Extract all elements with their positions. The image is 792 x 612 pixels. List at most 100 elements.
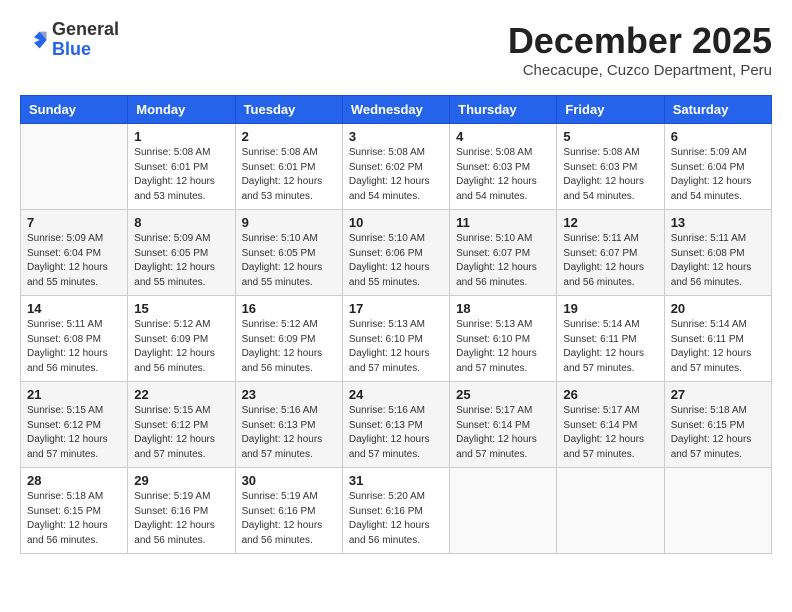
- day-number: 10: [349, 215, 443, 230]
- day-number: 15: [134, 301, 228, 316]
- day-number: 2: [242, 129, 336, 144]
- column-header-thursday: Thursday: [450, 96, 557, 124]
- cell-info: Sunrise: 5:19 AM Sunset: 6:16 PM Dayligh…: [242, 490, 336, 548]
- calendar-cell: 27Sunrise: 5:18 AM Sunset: 6:15 PM Dayli…: [664, 382, 771, 468]
- column-header-tuesday: Tuesday: [235, 96, 342, 124]
- cell-info: Sunrise: 5:08 AM Sunset: 6:03 PM Dayligh…: [456, 146, 550, 204]
- calendar-cell: 8 Sunrise: 5:09 AM Sunset: 6:05 PM Daylig…: [128, 210, 235, 296]
- day-number: 19: [563, 301, 657, 316]
- cell-info: Sunrise: 5:16 AM Sunset: 6:13 PM Dayligh…: [349, 404, 443, 462]
- column-header-monday: Monday: [128, 96, 235, 124]
- cell-info: Sunrise: 5:16 AM Sunset: 6:13 PM Dayligh…: [242, 404, 336, 462]
- logo-icon: [20, 26, 48, 54]
- day-number: 23: [242, 387, 336, 402]
- calendar-cell: 20Sunrise: 5:14 AM Sunset: 6:11 PM Dayli…: [664, 296, 771, 382]
- day-number: 21: [27, 387, 121, 402]
- calendar-cell: 18 Sunrise: 5:13 AM Sunset: 6:10 PM Dayli…: [450, 296, 557, 382]
- cell-info: Sunrise: 5:11 AM Sunset: 6:07 PM Dayligh…: [563, 232, 657, 290]
- calendar-cell: 13 Sunrise: 5:11 AM Sunset: 6:08 PM Dayli…: [664, 210, 771, 296]
- cell-info: Sunrise: 5:12 AM Sunset: 6:09 PM Dayligh…: [134, 318, 228, 376]
- cell-info: Sunrise: 5:08 AM Sunset: 6:02 PM Dayligh…: [349, 146, 443, 204]
- day-number: 18: [456, 301, 550, 316]
- calendar-cell: 28 Sunrise: 5:18 AM Sunset: 6:15 PM Dayli…: [21, 468, 128, 554]
- calendar-cell: 7Sunrise: 5:09 AM Sunset: 6:04 PM Daylig…: [21, 210, 128, 296]
- cell-info: Sunrise: 5:12 AM Sunset: 6:09 PM Dayligh…: [242, 318, 336, 376]
- cell-info: Sunrise: 5:09 AM Sunset: 6:05 PM Dayligh…: [134, 232, 228, 290]
- day-number: 22: [134, 387, 228, 402]
- logo-general-text: General: [52, 20, 119, 40]
- calendar-cell: 9 Sunrise: 5:10 AM Sunset: 6:05 PM Daylig…: [235, 210, 342, 296]
- cell-info: Sunrise: 5:13 AM Sunset: 6:10 PM Dayligh…: [349, 318, 443, 376]
- day-number: 9: [242, 215, 336, 230]
- calendar-cell: 26 Sunrise: 5:17 AM Sunset: 6:14 PM Dayli…: [557, 382, 664, 468]
- day-number: 25: [456, 387, 550, 402]
- calendar-cell: 29Sunrise: 5:19 AM Sunset: 6:16 PM Dayli…: [128, 468, 235, 554]
- calendar-header-row: SundayMondayTuesdayWednesdayThursdayFrid…: [21, 96, 772, 124]
- cell-info: Sunrise: 5:14 AM Sunset: 6:11 PM Dayligh…: [671, 318, 765, 376]
- logo-text: General Blue: [52, 20, 119, 60]
- cell-info: Sunrise: 5:13 AM Sunset: 6:10 PM Dayligh…: [456, 318, 550, 376]
- month-title: December 2025: [508, 20, 772, 62]
- column-header-sunday: Sunday: [21, 96, 128, 124]
- day-number: 5: [563, 129, 657, 144]
- calendar-cell: 11 Sunrise: 5:10 AM Sunset: 6:07 PM Dayli…: [450, 210, 557, 296]
- calendar-cell: 16 Sunrise: 5:12 AM Sunset: 6:09 PM Dayli…: [235, 296, 342, 382]
- day-number: 12: [563, 215, 657, 230]
- calendar-cell: [450, 468, 557, 554]
- day-number: 24: [349, 387, 443, 402]
- cell-info: Sunrise: 5:10 AM Sunset: 6:05 PM Dayligh…: [242, 232, 336, 290]
- day-number: 4: [456, 129, 550, 144]
- day-number: 26: [563, 387, 657, 402]
- calendar-table: SundayMondayTuesdayWednesdayThursdayFrid…: [20, 95, 772, 554]
- calendar-cell: 2 Sunrise: 5:08 AM Sunset: 6:01 PM Daylig…: [235, 124, 342, 210]
- day-number: 11: [456, 215, 550, 230]
- title-area: December 2025 Checacupe, Cuzco Departmen…: [508, 20, 772, 79]
- cell-info: Sunrise: 5:10 AM Sunset: 6:07 PM Dayligh…: [456, 232, 550, 290]
- logo-blue-text: Blue: [52, 40, 119, 60]
- calendar-week-row: 28 Sunrise: 5:18 AM Sunset: 6:15 PM Dayli…: [21, 468, 772, 554]
- calendar-cell: 24 Sunrise: 5:16 AM Sunset: 6:13 PM Dayli…: [342, 382, 449, 468]
- calendar-cell: 14Sunrise: 5:11 AM Sunset: 6:08 PM Dayli…: [21, 296, 128, 382]
- cell-info: Sunrise: 5:11 AM Sunset: 6:08 PM Dayligh…: [671, 232, 765, 290]
- calendar-cell: [557, 468, 664, 554]
- location-text: Checacupe, Cuzco Department, Peru: [508, 62, 772, 79]
- day-number: 13: [671, 215, 765, 230]
- day-number: 16: [242, 301, 336, 316]
- calendar-cell: 23 Sunrise: 5:16 AM Sunset: 6:13 PM Dayli…: [235, 382, 342, 468]
- cell-info: Sunrise: 5:11 AM Sunset: 6:08 PM Dayligh…: [27, 318, 121, 376]
- calendar-cell: 25 Sunrise: 5:17 AM Sunset: 6:14 PM Dayli…: [450, 382, 557, 468]
- calendar-cell: 17 Sunrise: 5:13 AM Sunset: 6:10 PM Dayli…: [342, 296, 449, 382]
- day-number: 17: [349, 301, 443, 316]
- page-header: General Blue December 2025 Checacupe, Cu…: [20, 20, 772, 79]
- day-number: 8: [134, 215, 228, 230]
- column-header-saturday: Saturday: [664, 96, 771, 124]
- calendar-week-row: 21Sunrise: 5:15 AM Sunset: 6:12 PM Dayli…: [21, 382, 772, 468]
- calendar-cell: 4 Sunrise: 5:08 AM Sunset: 6:03 PM Daylig…: [450, 124, 557, 210]
- calendar-cell: 1 Sunrise: 5:08 AM Sunset: 6:01 PM Daylig…: [128, 124, 235, 210]
- day-number: 7: [27, 215, 121, 230]
- day-number: 1: [134, 129, 228, 144]
- calendar-cell: 21Sunrise: 5:15 AM Sunset: 6:12 PM Dayli…: [21, 382, 128, 468]
- calendar-cell: 10Sunrise: 5:10 AM Sunset: 6:06 PM Dayli…: [342, 210, 449, 296]
- calendar-cell: [21, 124, 128, 210]
- day-number: 30: [242, 473, 336, 488]
- column-header-friday: Friday: [557, 96, 664, 124]
- cell-info: Sunrise: 5:08 AM Sunset: 6:01 PM Dayligh…: [134, 146, 228, 204]
- cell-info: Sunrise: 5:09 AM Sunset: 6:04 PM Dayligh…: [671, 146, 765, 204]
- cell-info: Sunrise: 5:17 AM Sunset: 6:14 PM Dayligh…: [563, 404, 657, 462]
- logo: General Blue: [20, 20, 119, 60]
- cell-info: Sunrise: 5:18 AM Sunset: 6:15 PM Dayligh…: [27, 490, 121, 548]
- cell-info: Sunrise: 5:08 AM Sunset: 6:01 PM Dayligh…: [242, 146, 336, 204]
- cell-info: Sunrise: 5:08 AM Sunset: 6:03 PM Dayligh…: [563, 146, 657, 204]
- cell-info: Sunrise: 5:14 AM Sunset: 6:11 PM Dayligh…: [563, 318, 657, 376]
- calendar-cell: 19 Sunrise: 5:14 AM Sunset: 6:11 PM Dayli…: [557, 296, 664, 382]
- calendar-week-row: 7Sunrise: 5:09 AM Sunset: 6:04 PM Daylig…: [21, 210, 772, 296]
- calendar-cell: 31Sunrise: 5:20 AM Sunset: 6:16 PM Dayli…: [342, 468, 449, 554]
- calendar-cell: 15 Sunrise: 5:12 AM Sunset: 6:09 PM Dayli…: [128, 296, 235, 382]
- cell-info: Sunrise: 5:17 AM Sunset: 6:14 PM Dayligh…: [456, 404, 550, 462]
- calendar-cell: [664, 468, 771, 554]
- day-number: 28: [27, 473, 121, 488]
- calendar-cell: 3Sunrise: 5:08 AM Sunset: 6:02 PM Daylig…: [342, 124, 449, 210]
- day-number: 31: [349, 473, 443, 488]
- calendar-cell: 5 Sunrise: 5:08 AM Sunset: 6:03 PM Daylig…: [557, 124, 664, 210]
